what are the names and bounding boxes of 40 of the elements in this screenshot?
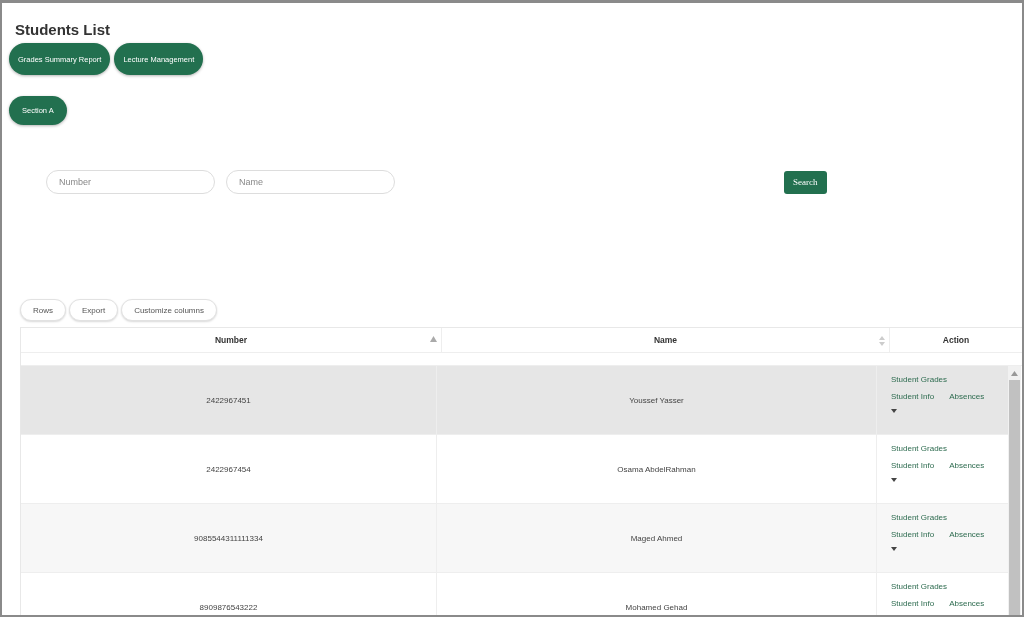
scroll-up-icon[interactable] [1011,371,1018,376]
table-cell: 9085544311111334 [194,533,263,543]
search-field[interactable]: Name [226,170,395,194]
table-cell: Osama AbdelRahman [617,464,696,474]
action-link[interactable]: Absences [949,530,985,539]
table-tool-button[interactable]: Customize columns [121,299,217,321]
table-cell: Maged Ahmed [630,533,683,543]
column-header[interactable]: Action [890,328,1022,352]
table-cell: Youssef Yasser [629,395,684,405]
action-link[interactable]: Student Info [891,530,935,539]
page-title: Students List [15,21,111,38]
action-link[interactable]: Student Grades [891,582,948,591]
action-link[interactable]: Student Grades [891,375,948,384]
sort-icon[interactable] [879,336,885,346]
scrollbar-thumb[interactable] [1009,380,1020,615]
table-tool-button[interactable]: Rows [20,299,66,321]
action-link[interactable]: Student Grades [891,444,948,453]
search-button[interactable]: Search [784,170,827,194]
table-row[interactable]: 9085544311111334 Maged Ahmed Student Grades Student Info Absences [21,504,1008,573]
column-header[interactable]: Name [442,328,890,352]
table-cell: 2422967454 [206,464,251,474]
sort-ascending-icon[interactable] [430,336,437,342]
search-field[interactable]: Number [46,170,215,194]
table-cell: 2422967451 [206,395,251,405]
table-row[interactable]: 2422967451 Youssef Yasser Student Grades Student Info Absences [21,366,1008,435]
caret-icon[interactable] [891,409,897,413]
column-header[interactable]: Number [21,328,442,352]
table-tool-button[interactable]: Export [69,299,119,321]
action-link[interactable]: Absences [949,392,985,401]
table-row[interactable]: 2422967454 Osama AbdelRahman Student Grades Student Info Absences [21,435,1008,504]
action-link[interactable]: Student Grades [891,513,948,522]
action-link[interactable]: Student Info [891,599,935,608]
table-cell: 8909876543222 [199,602,258,612]
action-link[interactable]: Absences [949,461,985,470]
action-link[interactable]: Student Info [891,461,935,470]
action-link[interactable]: Student Info [891,392,935,401]
table-cell: Mohamed Gehad [625,602,688,612]
caret-icon[interactable] [891,478,897,482]
action-link[interactable]: Absences [949,599,985,608]
caret-icon[interactable] [891,547,897,551]
